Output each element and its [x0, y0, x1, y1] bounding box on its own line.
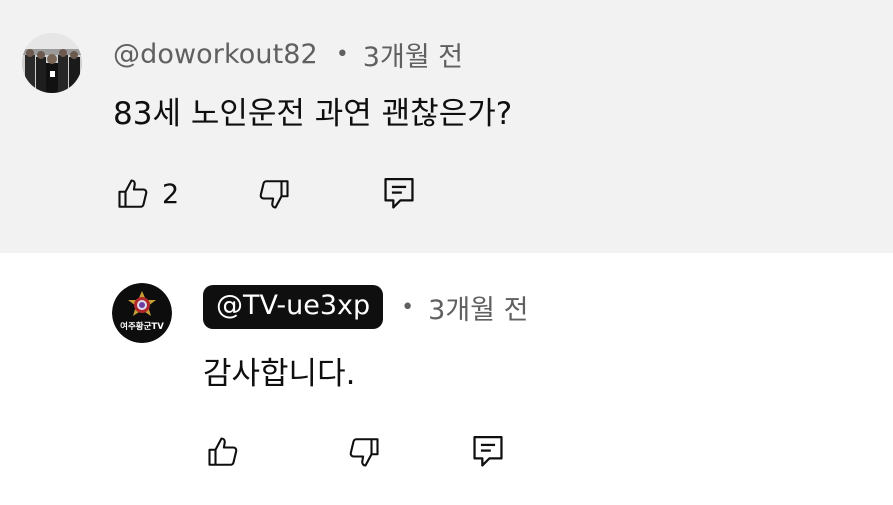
- reply-header: @TV-ue3xp • 3개월 전: [203, 284, 528, 330]
- thumb-up-icon: [208, 437, 238, 466]
- comment-item: @doworkout82 • 3개월 전 83세 노인운전 과연 괜찮은가? 2: [0, 0, 893, 253]
- reply-button[interactable]: [471, 433, 505, 471]
- comment-text: 83세 노인운전 과연 괜찮은가?: [113, 96, 513, 132]
- author-name-chip[interactable]: @TV-ue3xp: [203, 285, 384, 329]
- separator-dot: •: [401, 294, 415, 320]
- dislike-button[interactable]: [255, 176, 293, 212]
- reply-icon: [384, 177, 414, 209]
- thumb-up-icon: [118, 179, 148, 208]
- comment-timestamp[interactable]: 3개월 전: [363, 35, 463, 74]
- avatar[interactable]: 여주황군TV: [112, 283, 172, 343]
- dislike-button[interactable]: [345, 434, 383, 470]
- channel-logo-text: 여주황군TV: [120, 321, 164, 332]
- comments-page: @doworkout82 • 3개월 전 83세 노인운전 과연 괜찮은가? 2: [0, 0, 893, 505]
- separator-dot: •: [335, 41, 349, 67]
- reply-text: 감사합니다.: [203, 356, 356, 392]
- reply-timestamp[interactable]: 3개월 전: [428, 288, 528, 327]
- comment-header: @doworkout82 • 3개월 전: [113, 32, 463, 76]
- like-count: 2: [162, 178, 180, 210]
- thumb-down-icon: [349, 438, 379, 467]
- thumb-down-icon: [259, 180, 289, 209]
- author-name[interactable]: @doworkout82: [113, 39, 318, 70]
- avatar-image: [22, 33, 82, 93]
- channel-logo: 여주황군TV: [112, 283, 172, 343]
- reply-button[interactable]: [382, 175, 416, 213]
- like-button[interactable]: [204, 434, 242, 470]
- like-button[interactable]: 2: [114, 176, 179, 212]
- reply-icon: [473, 435, 503, 467]
- avatar[interactable]: [22, 33, 82, 93]
